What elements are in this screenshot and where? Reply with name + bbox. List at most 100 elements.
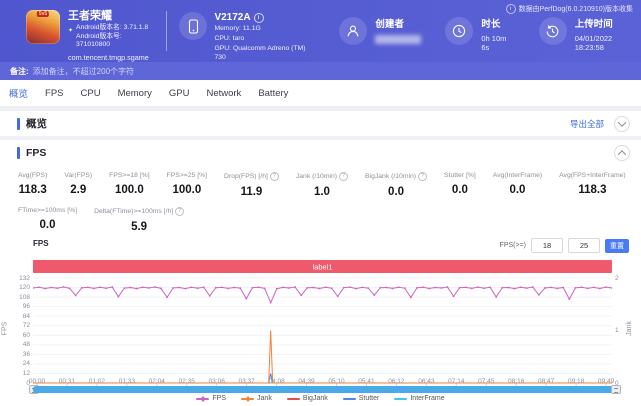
x-axis-tick: 04:08 <box>268 378 284 385</box>
threshold-reset-button[interactable]: 重置 <box>605 239 629 253</box>
y-axis-tick: 132 <box>10 275 30 282</box>
fps-plot-svg: label1 <box>33 260 612 388</box>
app-name: 王者荣耀 <box>68 10 154 22</box>
app-info: 5v5 王者荣耀 ✦ Android版本名: 3.71.1.8 Android版… <box>26 10 154 62</box>
header-divider <box>166 11 167 51</box>
stat-item: Avg(FPS+InterFrame) 118.3 <box>559 172 626 198</box>
fps-threshold-label: FPS(>=) <box>500 242 526 249</box>
section-accent-bar <box>17 147 20 159</box>
game-icon-badge: 5v5 <box>37 11 49 17</box>
x-axis-tick: 01:02 <box>89 378 105 385</box>
y-axis-tick: 96 <box>10 303 30 310</box>
upload-time-value: 04/01/2022 18:23:58 <box>575 34 641 52</box>
y-axis-tick: 36 <box>10 351 30 358</box>
device-info-icon[interactable]: i <box>254 13 264 23</box>
y-axis-tick: 0 <box>10 380 30 387</box>
help-icon[interactable]: ? <box>339 172 348 181</box>
x-axis-tick: 03:06 <box>209 378 225 385</box>
stat-value: 100.0 <box>109 184 149 196</box>
stat-label: Drop(FPS) [/h] <box>224 173 268 180</box>
stat-item: FPS>=18 [%]100.0 <box>109 172 149 198</box>
stat-value: 118.3 <box>18 184 47 196</box>
chevron-up-icon <box>618 150 626 158</box>
duration-block: 时长 0h 10m 6s <box>445 17 514 52</box>
y-axis-tick: 84 <box>10 313 30 320</box>
tab-battery[interactable]: Battery <box>258 88 288 99</box>
fps-stats-row-2: FTime>=100ms [%] 0.0 Delta(FTime)>=100ms [… <box>0 207 641 233</box>
stat-value: 100.0 <box>167 184 207 196</box>
y-axis-tick: 72 <box>10 322 30 329</box>
device-info: V2172A i Memory: 11.1G CPU: taro GPU: Qu… <box>179 12 315 62</box>
stat-label: Delta(FTime)>=100ms [/h] <box>94 208 173 215</box>
x-axis-tick: 05:41 <box>358 378 374 385</box>
stat-item: Avg(InterFrame)0.0 <box>493 172 542 198</box>
export-all-link[interactable]: 导出全部 <box>570 118 604 130</box>
svg-text:label1: label1 <box>312 263 332 272</box>
fps-section-title: FPS <box>26 147 46 159</box>
creator-block: 创建者 <box>339 17 421 45</box>
tab-cpu[interactable]: CPU <box>81 88 101 99</box>
overview-section-title: 概览 <box>26 116 47 131</box>
overview-card: 概览 导出全部 <box>0 111 641 136</box>
x-axis-tick: 00:31 <box>59 378 75 385</box>
stat-value: 118.3 <box>559 184 626 196</box>
stat-label: Jank (/10min) <box>296 173 337 180</box>
overview-collapse-button[interactable] <box>614 116 630 132</box>
sparkle-icon: ✦ <box>68 27 73 50</box>
creator-name-redacted <box>375 35 421 44</box>
x-axis-tick: 05:10 <box>328 378 344 385</box>
x-axis-tick: 06:12 <box>388 378 404 385</box>
stat-label: FTime>=100ms [%] <box>18 207 77 214</box>
stat-value: 2.9 <box>64 184 92 196</box>
clock-icon <box>445 17 473 45</box>
device-model: V2172A <box>214 12 250 23</box>
stat-item: Jank (/10min)?1.0 <box>296 172 348 198</box>
stat-label: Var(FPS) <box>64 172 92 179</box>
y-axis-tick: 120 <box>10 284 30 291</box>
chart-scrollbar[interactable] <box>33 386 620 393</box>
x-axis-tick: 02:35 <box>179 378 195 385</box>
device-gpu: GPU: Qualcomm Adreno (TM) 730 <box>214 44 315 62</box>
fps-threshold-low-input[interactable] <box>531 238 563 253</box>
tab-fps[interactable]: FPS <box>45 88 63 99</box>
help-icon[interactable]: ? <box>270 172 279 181</box>
fps-threshold-high-input[interactable] <box>568 238 600 253</box>
fps-card: FPS Avg(FPS) 118.3 Var(FPS) 2.9 FPS>=18 [%]1… <box>0 140 641 406</box>
stat-value: 0.0 <box>444 184 476 196</box>
stat-label: FPS>=25 [%] <box>167 172 207 179</box>
help-icon[interactable]: ? <box>418 172 427 181</box>
android-version-name: Android版本名: 3.71.1.8 <box>76 24 154 33</box>
upload-time-label: 上传时间 <box>575 19 641 31</box>
package-name: com.tencent.tmgp.sgame <box>68 53 154 62</box>
scrollbar-right-handle[interactable] <box>611 385 621 394</box>
duration-label: 时长 <box>481 19 514 31</box>
game-app-icon: 5v5 <box>26 10 60 44</box>
x-axis-tick: 07:14 <box>448 378 464 385</box>
tab-概览[interactable]: 概览 <box>9 86 28 100</box>
x-axis-tick: 08:16 <box>508 378 524 385</box>
note-input[interactable]: 备注: 添加备注，不超过200个字符 <box>0 62 641 80</box>
fps-chart: FPS FPS(>=) 重置 label1 FPS Jank 132120108… <box>0 239 641 406</box>
user-icon <box>339 17 367 45</box>
legend-item-interframe[interactable]: InterFrame <box>394 395 444 402</box>
help-icon[interactable]: ? <box>175 207 184 216</box>
stat-label: Stutter [%] <box>444 172 476 179</box>
stat-value: 5.9 <box>94 221 184 233</box>
stat-label: Avg(FPS) <box>18 172 47 179</box>
stat-value: 0.0 <box>365 186 427 198</box>
stat-label: Avg(FPS+InterFrame) <box>559 172 626 179</box>
legend-item-fps[interactable]: FPS <box>196 395 226 402</box>
phone-icon <box>179 12 207 40</box>
stat-item: Var(FPS) 2.9 <box>64 172 92 198</box>
fps-collapse-button[interactable] <box>614 145 630 161</box>
tab-network[interactable]: Network <box>206 88 241 99</box>
stat-value: 0.0 <box>18 219 77 231</box>
header: 5v5 王者荣耀 ✦ Android版本名: 3.71.1.8 Android版… <box>0 0 641 62</box>
tab-gpu[interactable]: GPU <box>169 88 190 99</box>
legend-item-stutter[interactable]: Stutter <box>343 395 380 402</box>
legend-item-bigjank[interactable]: BigJank <box>287 395 328 402</box>
y-axis-tick: 24 <box>10 360 30 367</box>
tab-memory[interactable]: Memory <box>118 88 152 99</box>
legend-item-jank[interactable]: Jank <box>241 395 272 402</box>
chevron-down-icon <box>618 118 626 126</box>
